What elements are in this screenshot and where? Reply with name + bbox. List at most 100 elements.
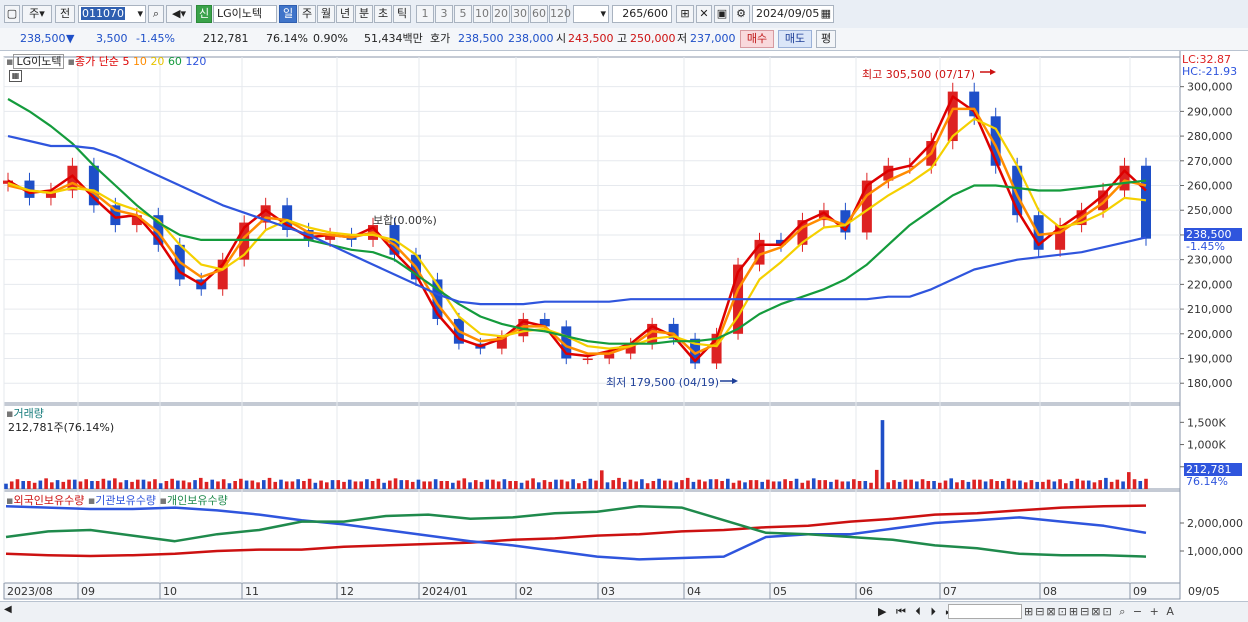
save-icon[interactable]: ▣ — [714, 5, 730, 23]
stock-name[interactable]: LG이노텍 — [213, 5, 277, 23]
volume-bar — [336, 480, 341, 489]
scroll-bar[interactable] — [948, 604, 1022, 619]
prev-button[interactable]: 전 — [55, 5, 75, 23]
sell-button[interactable]: 매도 — [778, 30, 812, 48]
volume-bar — [599, 470, 604, 489]
period-tab[interactable]: 분 — [355, 5, 373, 23]
search-icon[interactable]: ⌕ — [148, 5, 164, 23]
x-tick-label: 03 — [601, 585, 615, 598]
volume-bar — [542, 480, 547, 489]
volume-bar — [1018, 480, 1022, 489]
volume-bar — [479, 481, 484, 489]
y-tick-label: 190,000 — [1187, 353, 1233, 366]
gear-icon[interactable]: ⚙ — [732, 5, 750, 23]
period-tab[interactable]: 일 — [279, 5, 297, 23]
minute-tab[interactable]: 20 — [492, 5, 510, 23]
volume-bar — [416, 479, 421, 489]
market-select[interactable]: 주▾ — [22, 5, 52, 23]
volume-bar — [703, 481, 707, 489]
minute-custom-select[interactable]: ▾ — [573, 5, 609, 23]
candle-body — [582, 358, 593, 361]
grid-toggle-icon[interactable]: ▦ — [9, 70, 22, 82]
period-tab[interactable]: 주 — [298, 5, 316, 23]
volume-bar — [239, 478, 243, 489]
minute-tab[interactable]: 30 — [511, 5, 529, 23]
x-axis-frame — [3, 582, 1181, 600]
volume-bar — [565, 481, 570, 489]
minute-tab[interactable]: 3 — [435, 5, 453, 23]
chevron-down-icon[interactable]: ▾ — [137, 6, 145, 22]
scroll-left-icon[interactable]: ◀ — [4, 604, 16, 618]
crosshair-icon[interactable]: ✕ — [696, 5, 712, 23]
volume-bar — [863, 481, 868, 489]
minute-tab[interactable]: 5 — [454, 5, 472, 23]
legend-ma20: 20 — [150, 55, 165, 68]
candle-body — [1119, 165, 1130, 191]
volume-tag-pct: 76.14% — [1186, 475, 1228, 488]
volume-bar — [198, 477, 203, 489]
volume-panel-frame — [3, 404, 1181, 490]
count-input[interactable]: 265/600 — [612, 5, 672, 23]
volume-bar — [811, 478, 816, 489]
volume-bar — [330, 480, 335, 489]
volume-bar — [691, 481, 696, 489]
period-tab[interactable]: 월 — [317, 5, 335, 23]
volume-bar — [525, 480, 530, 489]
volume-bar — [405, 480, 409, 489]
minute-tab[interactable]: 120 — [549, 5, 571, 23]
volume-bar — [365, 479, 369, 489]
volume-bar — [1046, 479, 1051, 489]
low-label: 저 — [677, 32, 688, 45]
chart-area[interactable]: 180,000 190,000 200,000 210,000 220,000 230,0… — [0, 51, 1248, 621]
date-input[interactable]: 2024/09/05 ▦ — [752, 5, 834, 23]
volume-bar — [588, 478, 593, 489]
volume-bar — [107, 480, 111, 489]
volume-bar — [1098, 480, 1102, 489]
volume-bar — [680, 480, 684, 489]
volume-bar — [1127, 472, 1131, 489]
volume-bar — [496, 481, 501, 489]
zoom-icon[interactable]: ⊞ — [676, 5, 694, 23]
period-tab[interactable]: 틱 — [393, 5, 411, 23]
volume-bar — [451, 482, 455, 489]
window-icon[interactable]: ▢ — [4, 5, 20, 23]
ma-line-10 — [7, 107, 1147, 355]
volume-bar — [674, 482, 679, 489]
volume-bar — [359, 481, 363, 489]
legend-stock-name[interactable]: LG이노텍 — [13, 54, 65, 69]
y-tick-label: 220,000 — [1187, 278, 1233, 291]
minute-tab[interactable]: 10 — [473, 5, 491, 23]
minute-tab[interactable]: 60 — [530, 5, 548, 23]
volume-bar — [250, 480, 255, 489]
volume-bar — [628, 479, 633, 489]
volume-bar — [777, 481, 782, 489]
x-tick-label: 08 — [1043, 585, 1057, 598]
volume-bar — [783, 479, 787, 489]
volume-bar — [1121, 481, 1125, 489]
current-price: 238,500 — [20, 32, 66, 45]
volume-bar — [193, 480, 197, 489]
volume-bar — [531, 478, 535, 489]
nav-buttons[interactable]: ▶ ⏮ ⏴ ⏵ ⏭ — [878, 605, 958, 619]
date-value: 2024/09/05 — [756, 7, 820, 20]
zoom-tools[interactable]: ⊞⊟⊠⊡⊞⊟⊠⊡ ⌕ − + A — [1024, 605, 1176, 619]
buy-button[interactable]: 매수 — [740, 30, 774, 48]
volume-bar — [296, 479, 300, 489]
speaker-icon[interactable]: ◀▾ — [166, 5, 192, 23]
eval-button[interactable]: 평 — [816, 30, 836, 48]
volume-bar — [84, 479, 89, 489]
x-tick-label: 06 — [859, 585, 873, 598]
legend-ma60: 60 — [167, 55, 182, 68]
volume-bar — [347, 479, 352, 489]
calendar-icon[interactable]: ▦ — [821, 6, 833, 22]
volume-bar — [67, 479, 71, 489]
minute-tab[interactable]: 1 — [416, 5, 434, 23]
period-tab[interactable]: 년 — [336, 5, 354, 23]
volume-bar — [806, 480, 810, 489]
volume-bar — [817, 480, 822, 489]
period-tab[interactable]: 초 — [374, 5, 392, 23]
volume-bar — [909, 479, 913, 489]
volume-bar — [456, 480, 461, 489]
stock-code-input[interactable]: 011070 ▾ — [78, 5, 146, 23]
volume-bar — [502, 479, 507, 489]
